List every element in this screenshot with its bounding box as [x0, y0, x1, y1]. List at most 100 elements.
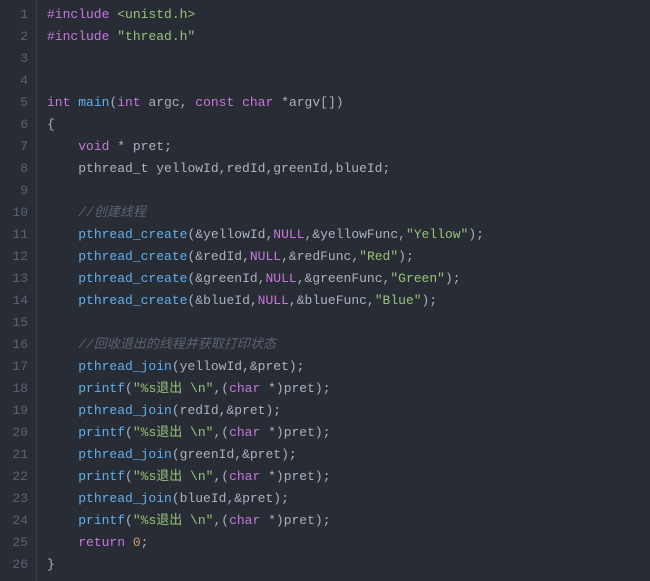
token-op: *	[268, 469, 276, 484]
token-type: int	[117, 95, 140, 110]
token-p	[47, 337, 78, 352]
token-op: *	[281, 95, 289, 110]
token-pp: #include	[47, 29, 109, 44]
code-line[interactable]	[47, 312, 650, 334]
code-line[interactable]: return 0;	[47, 532, 650, 554]
token-fn: printf	[78, 381, 125, 396]
code-line[interactable]: //创建线程	[47, 202, 650, 224]
token-fn: pthread_create	[78, 293, 187, 308]
code-editor[interactable]: 1234567891011121314151617181920212223242…	[0, 0, 650, 581]
code-line[interactable]	[47, 70, 650, 92]
code-line[interactable]: int main(int argc, const char *argv[])	[47, 92, 650, 114]
code-line[interactable]: {	[47, 114, 650, 136]
line-number: 1	[6, 4, 28, 26]
token-p	[125, 535, 133, 550]
line-number: 10	[6, 202, 28, 224]
token-p	[47, 513, 78, 528]
token-op: *	[268, 425, 276, 440]
token-kw: return	[78, 535, 125, 550]
token-p	[47, 469, 78, 484]
token-p: blueFunc,	[305, 293, 375, 308]
line-number: 6	[6, 114, 28, 136]
line-number: 15	[6, 312, 28, 334]
token-str: "Red"	[359, 249, 398, 264]
code-area[interactable]: #include <unistd.h>#include "thread.h"in…	[37, 0, 650, 581]
token-p: {	[47, 117, 55, 132]
code-line[interactable]: pthread_create(&yellowId,NULL,&yellowFun…	[47, 224, 650, 246]
token-p: argv[])	[289, 95, 344, 110]
token-p: yellowId,	[203, 227, 273, 242]
line-number: 8	[6, 158, 28, 180]
token-op: &	[195, 293, 203, 308]
token-p: ,(	[213, 513, 229, 528]
token-p: ,	[281, 249, 289, 264]
code-line[interactable]: printf("%s退出 \n",(char *)pret);	[47, 466, 650, 488]
token-p: blueId,	[203, 293, 258, 308]
token-p: pret);	[234, 403, 281, 418]
token-fn: pthread_join	[78, 403, 172, 418]
token-type: char	[229, 513, 260, 528]
token-fn: printf	[78, 513, 125, 528]
token-p: pret);	[250, 447, 297, 462]
token-op: &	[289, 249, 297, 264]
token-p: (	[125, 469, 133, 484]
line-number: 19	[6, 400, 28, 422]
token-op: &	[195, 271, 203, 286]
token-op: &	[195, 249, 203, 264]
code-line[interactable]: pthread_join(yellowId,&pret);	[47, 356, 650, 378]
token-str: "%s退出 \n"	[133, 513, 214, 528]
code-line[interactable]: pthread_create(&greenId,NULL,&greenFunc,…	[47, 268, 650, 290]
line-number: 7	[6, 136, 28, 158]
token-p	[47, 535, 78, 550]
code-line[interactable]: }	[47, 554, 650, 576]
line-number: 16	[6, 334, 28, 356]
token-p: ,	[297, 271, 305, 286]
code-line[interactable]: //回收退出的线程并获取打印状态	[47, 334, 650, 356]
code-line[interactable]: #include <unistd.h>	[47, 4, 650, 26]
token-type: const	[195, 95, 234, 110]
token-str: "Blue"	[375, 293, 422, 308]
token-hdr: "thread.h"	[117, 29, 195, 44]
code-line[interactable]: printf("%s退出 \n",(char *)pret);	[47, 422, 650, 444]
code-line[interactable]: pthread_create(&blueId,NULL,&blueFunc,"B…	[47, 290, 650, 312]
code-line[interactable]	[47, 180, 650, 202]
token-p	[47, 491, 78, 506]
token-op: &	[234, 491, 242, 506]
token-p	[47, 161, 78, 176]
token-p	[47, 425, 78, 440]
token-str: "Yellow"	[406, 227, 468, 242]
code-line[interactable]: pthread_join(greenId,&pret);	[47, 444, 650, 466]
line-number: 2	[6, 26, 28, 48]
token-str: "%s退出 \n"	[133, 425, 214, 440]
code-line[interactable]: pthread_join(blueId,&pret);	[47, 488, 650, 510]
code-line[interactable]: printf("%s退出 \n",(char *)pret);	[47, 378, 650, 400]
line-number: 20	[6, 422, 28, 444]
token-type: char	[229, 425, 260, 440]
code-line[interactable]: #include "thread.h"	[47, 26, 650, 48]
token-p: greenId,	[203, 271, 265, 286]
token-p: )pret);	[276, 469, 331, 484]
token-kw: NULL	[273, 227, 304, 242]
token-p: )pret);	[276, 425, 331, 440]
token-fn: printf	[78, 469, 125, 484]
token-p: (blueId,	[172, 491, 234, 506]
code-line[interactable]: pthread_join(redId,&pret);	[47, 400, 650, 422]
token-op: *	[268, 381, 276, 396]
code-line[interactable]	[47, 48, 650, 70]
code-line[interactable]: printf("%s退出 \n",(char *)pret);	[47, 510, 650, 532]
code-line[interactable]: pthread_create(&redId,NULL,&redFunc,"Red…	[47, 246, 650, 268]
token-cmt: //创建线程	[78, 205, 146, 220]
token-p: pret);	[258, 359, 305, 374]
token-p: argc,	[141, 95, 196, 110]
token-p	[47, 381, 78, 396]
token-fn: pthread_create	[78, 227, 187, 242]
token-pp: #include	[47, 7, 109, 22]
token-p	[47, 227, 78, 242]
token-p: redFunc,	[297, 249, 359, 264]
code-line[interactable]: pthread_t yellowId,redId,greenId,blueId;	[47, 158, 650, 180]
token-p: )pret);	[276, 513, 331, 528]
token-fn: pthread_create	[78, 271, 187, 286]
line-number: 26	[6, 554, 28, 576]
token-p: }	[47, 557, 55, 572]
code-line[interactable]: void * pret;	[47, 136, 650, 158]
